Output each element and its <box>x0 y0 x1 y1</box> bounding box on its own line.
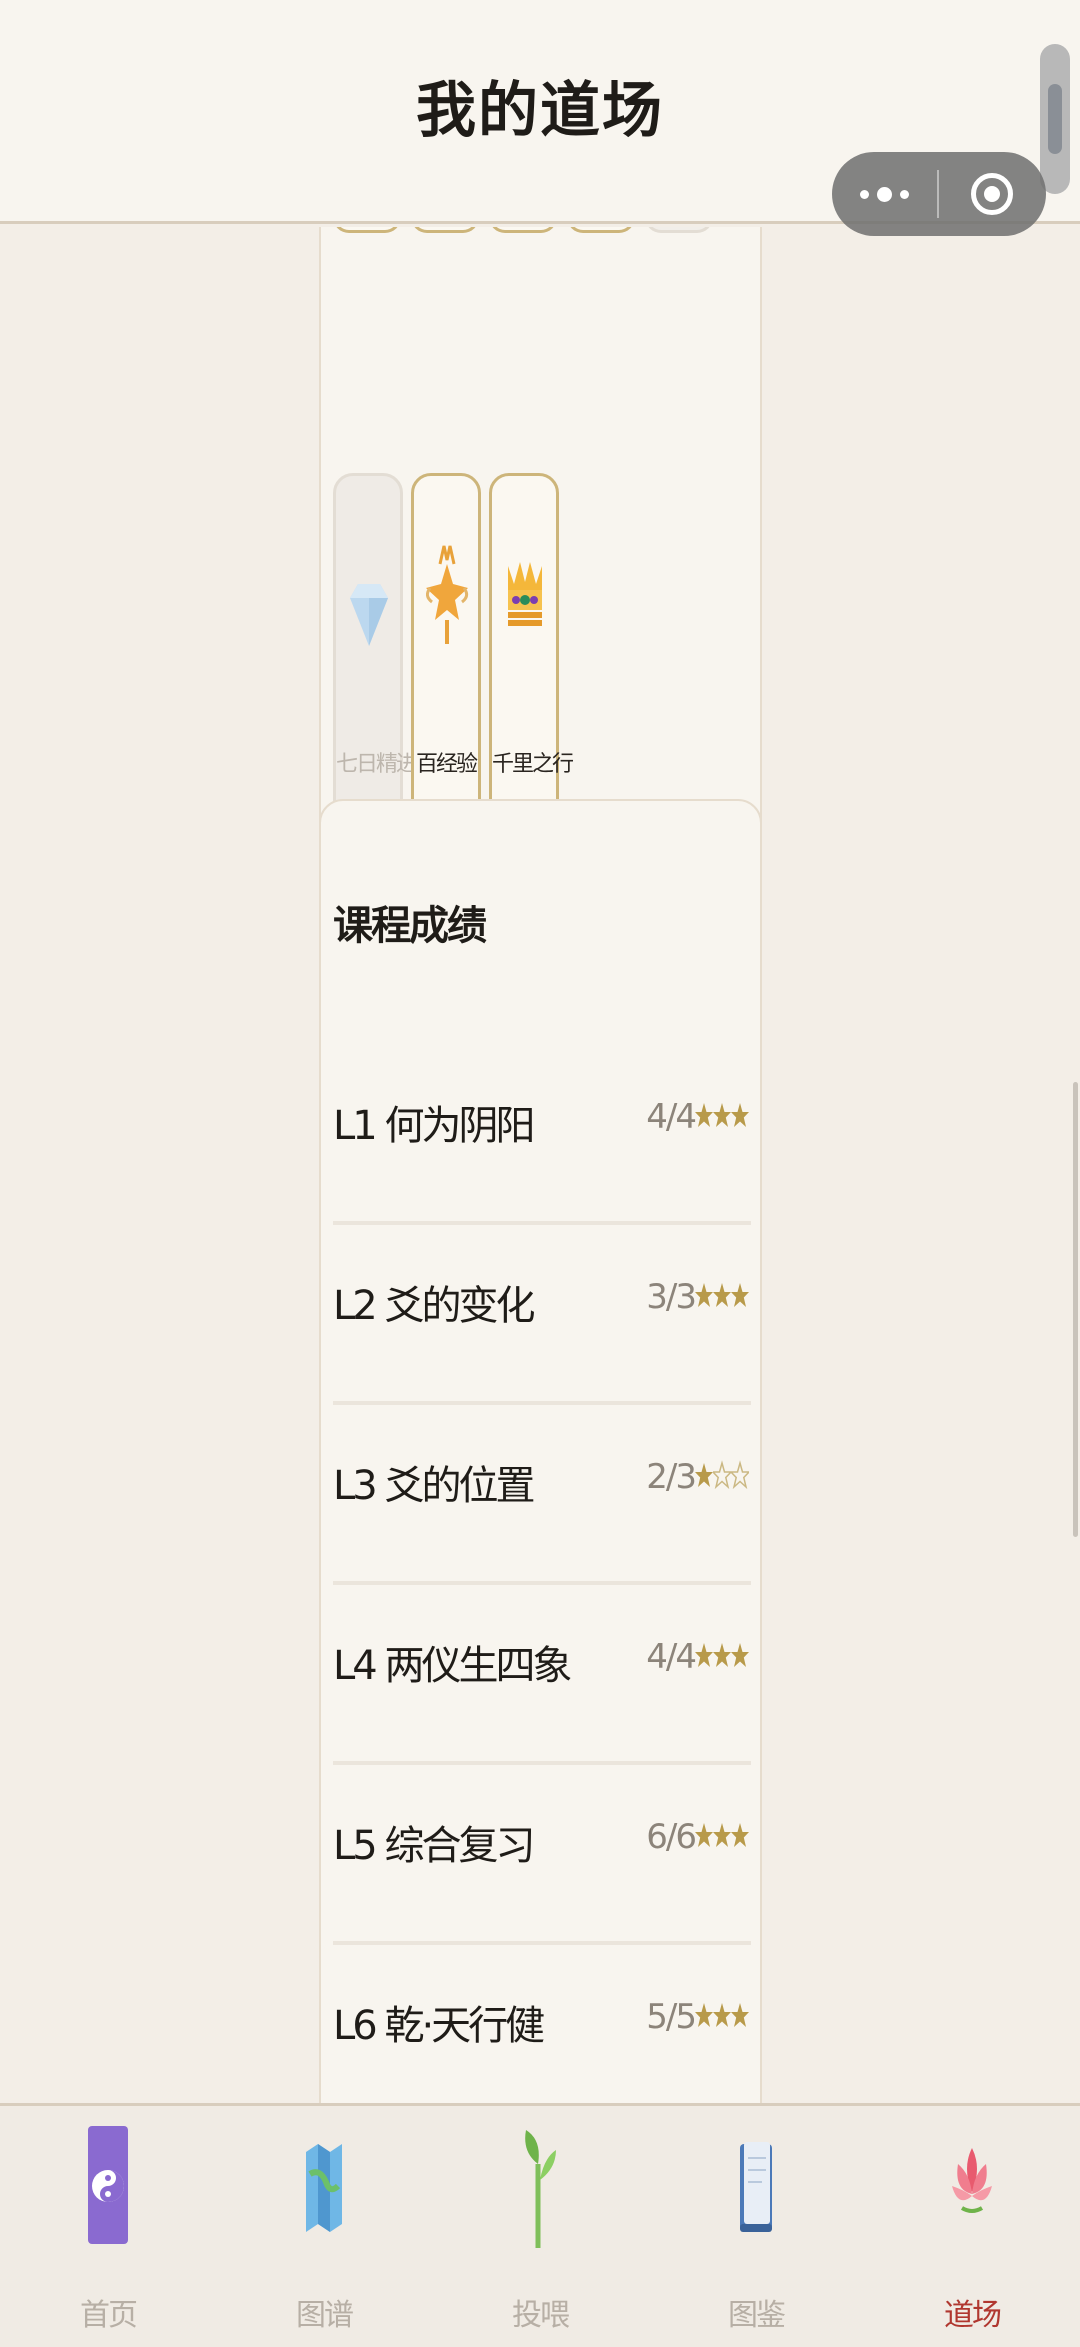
book-icon <box>740 2142 772 2232</box>
lesson-score: 4/4 <box>646 1097 697 1137</box>
lesson-name: L1 何为阴阳 <box>333 1103 535 1149</box>
badge-label: 七日精进 <box>336 752 418 777</box>
lesson-score: 3/3 <box>646 1277 697 1317</box>
star-filled-icon <box>713 1103 731 1127</box>
badge-seven-days[interactable]: 七日精进 <box>333 473 418 833</box>
star-filled-icon <box>713 2003 731 2027</box>
badge-cutoff[interactable] <box>645 227 713 233</box>
star-filled-icon <box>713 1823 731 1847</box>
lesson-name: L5 综合复习 <box>333 1823 535 1869</box>
star-filled-icon <box>695 1643 713 1667</box>
star-filled-icon <box>731 1283 749 1307</box>
badge-thousand-miles[interactable]: 千里之行 <box>489 473 574 833</box>
badge-hundred-exp[interactable]: 百经验 <box>411 473 481 833</box>
side-handle[interactable] <box>1040 44 1070 194</box>
tab-label: 图谱 <box>296 2298 354 2333</box>
badge-label: 百经验 <box>415 752 478 777</box>
lesson-name: L6 乾·天行健 <box>333 2003 545 2049</box>
star-rating <box>695 1635 749 1675</box>
star-filled-icon <box>731 1103 749 1127</box>
badge-cutoff[interactable] <box>489 227 557 233</box>
more-menu-icon[interactable] <box>832 186 937 202</box>
page-title: 我的道场 <box>416 76 664 146</box>
star-filled-icon <box>695 2003 713 2027</box>
star-empty-icon <box>731 1460 749 1490</box>
star-rating <box>695 1995 749 2035</box>
scrollbar[interactable] <box>1073 1082 1078 1537</box>
tab-feed[interactable]: 投喂 <box>432 2106 648 2347</box>
score-row[interactable]: L4 两仪生四象 4/4 <box>333 1585 751 1765</box>
lesson-name: L4 两仪生四象 <box>333 1643 572 1689</box>
diamond-icon <box>350 584 388 646</box>
badge-label: 千里之行 <box>492 752 574 777</box>
lesson-score: 5/5 <box>646 1997 697 2037</box>
score-row[interactable]: L5 综合复习 6/6 <box>333 1765 751 1945</box>
tab-collection[interactable]: 图鉴 <box>648 2106 864 2347</box>
badge-row-previous <box>333 227 713 233</box>
star-filled-icon <box>695 1283 713 1307</box>
nav-header: 我的道场 <box>0 0 1080 236</box>
tab-dojo[interactable]: 道场 <box>864 2106 1080 2347</box>
lotus-icon <box>952 2148 992 2213</box>
miniprogram-capsule <box>832 152 1046 236</box>
section-title: 课程成绩 <box>333 903 487 949</box>
scroll-content[interactable]: 七日精进 百经验 千里之行 课程成绩 L1 何为阴阳 4/4 L2 爻的变化 3… <box>0 227 1080 2103</box>
star-filled-icon <box>731 2003 749 2027</box>
lesson-name: L2 爻的变化 <box>333 1283 535 1329</box>
tab-map[interactable]: 图谱 <box>216 2106 432 2347</box>
lesson-score: 4/4 <box>646 1637 697 1677</box>
course-scores-card: 课程成绩 L1 何为阴阳 4/4 L2 爻的变化 3/3 L3 爻的位置 2/3 L4 两仪… <box>319 799 762 2103</box>
star-rating <box>695 1455 749 1495</box>
tab-label: 投喂 <box>512 2298 570 2333</box>
tab-label: 道场 <box>944 2298 1002 2333</box>
lesson-name: L3 爻的位置 <box>333 1463 535 1509</box>
badge-cutoff[interactable] <box>333 227 401 233</box>
star-rating <box>695 1095 749 1135</box>
star-filled-icon <box>713 1643 731 1667</box>
star-filled-icon <box>731 1823 749 1847</box>
star-empty-icon <box>713 1460 731 1490</box>
star-rating <box>695 1275 749 1315</box>
tab-label: 首页 <box>80 2298 138 2333</box>
star-rating <box>695 1815 749 1855</box>
tab-home[interactable]: 首页 <box>0 2106 216 2347</box>
score-row[interactable]: L3 爻的位置 2/3 <box>333 1405 751 1585</box>
score-row[interactable]: L6 乾·天行健 5/5 <box>333 1945 751 2103</box>
score-row[interactable]: L2 爻的变化 3/3 <box>333 1225 751 1405</box>
badge-cutoff[interactable] <box>567 227 635 233</box>
score-row[interactable]: L1 何为阴阳 4/4 <box>333 1045 751 1225</box>
star-filled-icon <box>695 1103 713 1127</box>
star-filled-icon <box>695 1463 713 1487</box>
yin-yang-icon <box>88 2126 128 2244</box>
close-miniprogram-icon[interactable] <box>939 173 1044 215</box>
crown-icon <box>508 562 542 626</box>
tab-label: 图鉴 <box>728 2298 786 2333</box>
star-filled-icon <box>731 1643 749 1667</box>
star-trophy-icon <box>425 545 469 644</box>
star-filled-icon <box>713 1283 731 1307</box>
badge-cutoff[interactable] <box>411 227 479 233</box>
lesson-score: 6/6 <box>646 1817 697 1857</box>
lesson-score: 2/3 <box>646 1457 697 1497</box>
scores-list: L1 何为阴阳 4/4 L2 爻的变化 3/3 L3 爻的位置 2/3 L4 两仪生四象 4/… <box>333 1045 751 2103</box>
star-filled-icon <box>695 1823 713 1847</box>
tab-bar: 首页 图谱 投喂 图鉴 道场 <box>0 2103 1080 2347</box>
map-icon <box>306 2144 342 2232</box>
sprout-icon <box>525 2130 556 2248</box>
